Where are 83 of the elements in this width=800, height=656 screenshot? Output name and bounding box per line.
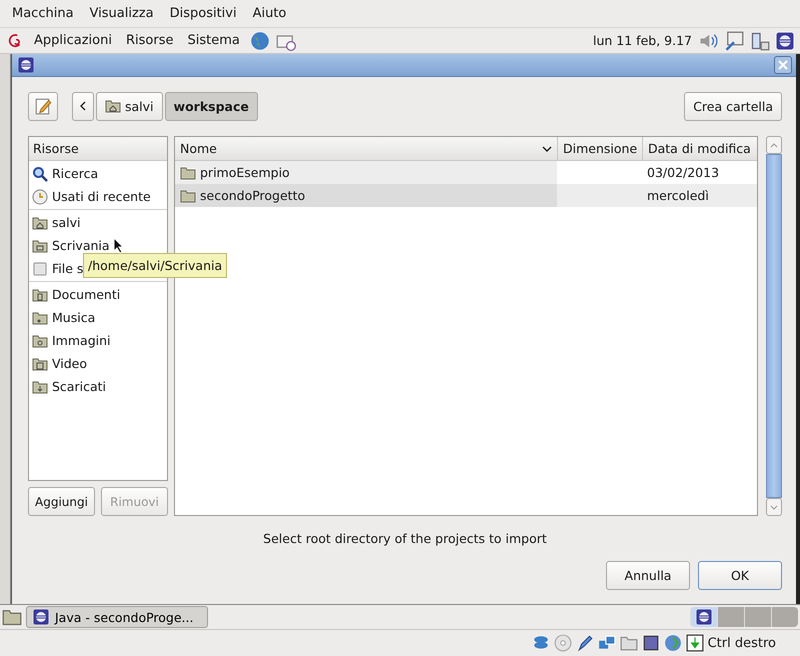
chevron-up-icon [770, 142, 778, 148]
place-label: Scaricati [52, 379, 106, 394]
panel-menu[interactable]: Sistema [183, 33, 244, 48]
add-button[interactable]: Aggiungi [28, 487, 95, 516]
eclipse-icon [18, 57, 34, 73]
instruction-text: Select root directory of the projects to import [262, 531, 548, 547]
eclipse-icon [696, 609, 712, 625]
clock-text[interactable]: lun 11 feb, 9.17 [593, 33, 692, 48]
drive-icon [32, 260, 48, 276]
folder-icon [32, 238, 48, 254]
place-label: File s [52, 261, 84, 276]
column-header[interactable]: Risorse [29, 137, 167, 161]
globe-icon [664, 634, 682, 652]
panel-menu[interactable]: Applicazioni [30, 33, 116, 48]
place-item[interactable]: salvi [29, 211, 167, 234]
place-label: Scrivania [52, 238, 110, 253]
place-label: Documenti [52, 287, 120, 302]
eclipse-icon [776, 32, 794, 50]
folder-icon [32, 356, 48, 372]
workspace-switcher[interactable] [690, 607, 798, 627]
folder-icon [180, 188, 196, 204]
search-icon [32, 166, 48, 182]
edit-location-button[interactable] [28, 92, 58, 120]
place-item[interactable]: Immagini [29, 329, 167, 352]
place-item[interactable]: Video [29, 352, 167, 375]
table-cell[interactable]: secondoProgetto [175, 184, 557, 207]
sort-caret-icon [542, 146, 552, 152]
host-key-text: Ctrl destro [708, 636, 776, 650]
back-button[interactable] [72, 92, 94, 120]
table-cell: mercoledì [642, 184, 757, 207]
file-name: secondoProgetto [200, 188, 306, 203]
create-folder-button[interactable]: Crea cartella [684, 92, 782, 120]
pen-icon [576, 634, 594, 652]
pencil-paper-icon [34, 97, 52, 115]
place-label: Immagini [52, 333, 111, 348]
place-item[interactable]: Scaricati [29, 375, 167, 398]
globe-icon [250, 30, 270, 50]
taskbar-button[interactable]: Java - secondoProge... [26, 606, 208, 628]
column-header[interactable]: Data di modifica [642, 137, 757, 160]
table-cell[interactable]: primoEsempio [175, 161, 557, 184]
close-icon [778, 60, 788, 70]
eclipse-icon [33, 609, 49, 625]
scrollbar-thumb[interactable] [766, 154, 782, 498]
cursor-icon [113, 237, 124, 254]
menu-item[interactable]: Aiuto [244, 6, 294, 21]
disc-icon [554, 634, 572, 652]
menu-item[interactable]: Macchina [4, 6, 82, 21]
chevron-left-icon [80, 101, 86, 111]
folder-icon [180, 164, 196, 180]
place-item[interactable]: Musica [29, 306, 167, 329]
folder-icon [620, 634, 638, 652]
folder-icon [105, 98, 121, 114]
column-header[interactable]: Nome [175, 137, 557, 160]
place-item[interactable]: Documenti [29, 283, 167, 306]
panel-menu[interactable]: Risorse [122, 33, 178, 48]
place-item[interactable]: Usati di recente [29, 185, 167, 208]
path-button[interactable]: workspace [164, 92, 258, 120]
folder-icon [32, 214, 48, 230]
close-button[interactable] [774, 56, 792, 74]
file-name: primoEsempio [200, 165, 290, 180]
menu-item[interactable]: Visualizza [82, 6, 162, 21]
cancel-button[interactable]: Annulla [606, 561, 690, 590]
chip-icon [642, 634, 660, 652]
chevron-down-icon [770, 504, 778, 510]
place-label: salvi [52, 215, 81, 230]
place-label: Musica [52, 310, 96, 325]
place-label: Ricerca [52, 166, 98, 181]
place-item[interactable]: Ricerca [29, 162, 167, 185]
menu-item[interactable]: Dispositivi [162, 6, 245, 21]
folder-icon [32, 332, 48, 348]
folder-icon [32, 378, 48, 394]
scroll-down-button[interactable] [766, 498, 782, 516]
folder-icon [32, 310, 48, 326]
place-label: Video [52, 356, 88, 371]
place-label: Usati di recente [52, 189, 151, 204]
column-header[interactable]: Dimensione [557, 137, 642, 160]
ok-button[interactable]: OK [698, 561, 782, 590]
folder-icon [2, 607, 22, 627]
folder-icon [32, 286, 48, 302]
clock-icon [32, 188, 48, 204]
path-button[interactable]: salvi [96, 92, 163, 120]
tooltip: /home/salvi/Scrivania [83, 253, 228, 278]
scroll-up-button[interactable] [766, 136, 782, 154]
